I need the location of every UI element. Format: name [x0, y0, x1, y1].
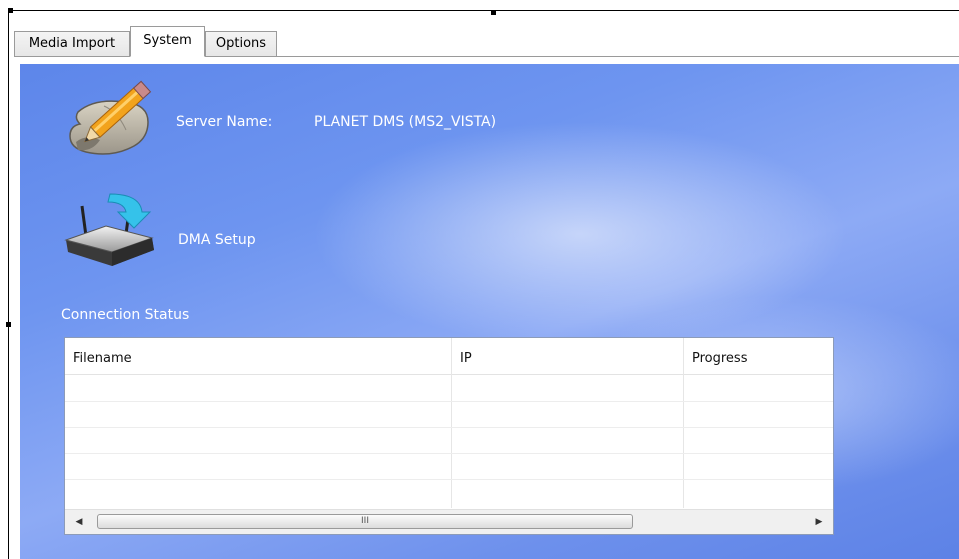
- connection-status-heading: Connection Status: [61, 307, 190, 323]
- column-header-ip[interactable]: IP: [452, 338, 684, 374]
- table-row: [65, 479, 833, 505]
- scrollbar-grip: III: [361, 516, 369, 526]
- router-download-icon[interactable]: [60, 188, 160, 270]
- list-header: Filename IP Progress: [65, 338, 833, 375]
- column-header-filename[interactable]: Filename: [65, 338, 452, 374]
- scroll-left-arrow-icon[interactable]: ◀: [71, 514, 87, 530]
- tab-system-label: System: [143, 33, 192, 48]
- table-row: [65, 401, 833, 428]
- resize-handle-top-middle[interactable]: [491, 10, 496, 15]
- selection-edge-left: [8, 12, 9, 559]
- table-row: [65, 375, 833, 402]
- horizontal-scrollbar[interactable]: ◀ III ▶: [65, 509, 833, 534]
- table-row: [65, 427, 833, 454]
- scrollbar-thumb[interactable]: III: [97, 514, 633, 529]
- tab-options[interactable]: Options: [205, 31, 277, 57]
- resize-handle-top-left[interactable]: [8, 8, 13, 13]
- server-name-label: Server Name:: [176, 114, 273, 130]
- tab-media-import-label: Media Import: [28, 36, 116, 51]
- server-name-value: PLANET DMS (MS2_VISTA): [314, 114, 497, 130]
- tab-options-label: Options: [215, 36, 267, 51]
- selection-edge-top: [10, 10, 959, 11]
- connection-status-list[interactable]: Filename IP Progress ◀ III ▶: [64, 337, 834, 535]
- resize-handle-middle-left[interactable]: [6, 322, 11, 327]
- column-header-progress[interactable]: Progress: [684, 338, 833, 374]
- tab-media-import[interactable]: Media Import: [14, 31, 130, 57]
- tab-strip: Media Import System Options: [14, 24, 959, 57]
- tab-system[interactable]: System: [130, 26, 205, 57]
- scroll-right-arrow-icon[interactable]: ▶: [811, 514, 827, 530]
- pencil-paper-icon[interactable]: [64, 72, 156, 160]
- system-panel: Server Name: PLANET DMS (MS2_VISTA) DMA …: [20, 64, 959, 559]
- table-row: [65, 453, 833, 480]
- dma-setup-label[interactable]: DMA Setup: [178, 232, 256, 248]
